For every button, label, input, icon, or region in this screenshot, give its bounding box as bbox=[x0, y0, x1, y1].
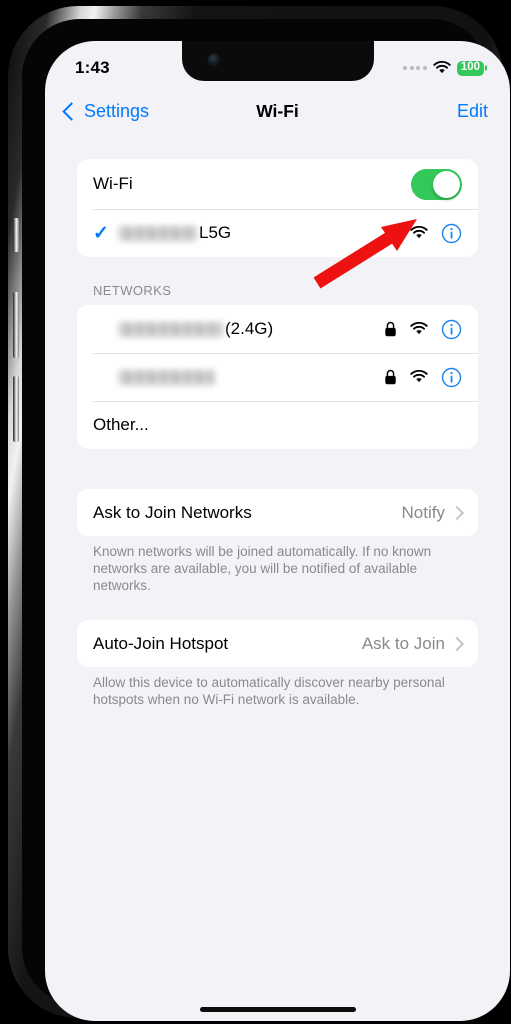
networks-card: (2.4G) Other... bbox=[77, 305, 478, 449]
chevron-right-icon bbox=[449, 505, 465, 520]
battery-indicator: 100 bbox=[456, 60, 484, 76]
cellular-dots-icon bbox=[403, 66, 427, 70]
chevron-left-icon bbox=[62, 101, 81, 121]
phone-frame: 1:43 100 Settings Wi-Fi Edit Wi-Fi ✓ L5G… bbox=[8, 6, 510, 1021]
nav-bar: Settings Wi-Fi Edit bbox=[45, 89, 510, 133]
wifi-icon bbox=[410, 322, 428, 335]
volume-down-button[interactable] bbox=[13, 376, 19, 442]
ask-to-join-value: Notify bbox=[401, 502, 445, 522]
connected-network-icons bbox=[384, 223, 462, 244]
settings-content: Wi-Fi ✓ L5G NETWORKS (2.4G) Other... Ask… bbox=[45, 133, 510, 1021]
front-camera-icon bbox=[207, 54, 220, 66]
notch bbox=[181, 41, 374, 81]
lock-icon bbox=[385, 369, 396, 385]
network-row-icons bbox=[384, 319, 462, 340]
ssid-blur-redaction bbox=[119, 321, 223, 337]
status-time: 1:43 bbox=[75, 58, 110, 77]
volume-up-button[interactable] bbox=[13, 292, 19, 358]
info-circle-icon[interactable] bbox=[441, 223, 462, 244]
wifi-toggle-row[interactable]: Wi-Fi bbox=[77, 159, 478, 209]
wifi-toggle-label: Wi-Fi bbox=[93, 174, 133, 193]
connected-network-row[interactable]: ✓ L5G bbox=[77, 209, 478, 257]
edit-button[interactable]: Edit bbox=[457, 101, 488, 122]
ask-to-join-footnote: Known networks will be joined automatica… bbox=[93, 544, 432, 593]
network-ssid: (2.4G) bbox=[119, 319, 384, 339]
connected-ssid: L5G bbox=[119, 223, 384, 243]
wifi-toggle-card: Wi-Fi ✓ L5G bbox=[77, 159, 478, 257]
home-indicator bbox=[199, 1006, 356, 1012]
lock-icon bbox=[385, 321, 396, 337]
auto-join-hotspot-row[interactable]: Auto-Join Hotspot Ask to Join bbox=[77, 620, 478, 667]
status-indicators: 100 bbox=[403, 60, 484, 76]
back-to-settings-button[interactable]: Settings bbox=[62, 100, 150, 122]
ssid-blur-redaction bbox=[119, 225, 197, 241]
other-network-row[interactable]: Other... bbox=[77, 401, 478, 449]
network-row[interactable]: (2.4G) bbox=[77, 305, 478, 353]
network-ssid bbox=[119, 369, 384, 385]
network-row-icons bbox=[384, 367, 462, 388]
ask-to-join-row[interactable]: Ask to Join Networks Notify bbox=[77, 489, 478, 536]
info-circle-icon[interactable] bbox=[441, 367, 462, 388]
phone-bezel: 1:43 100 Settings Wi-Fi Edit Wi-Fi ✓ L5G… bbox=[22, 19, 510, 1021]
network-row[interactable] bbox=[77, 353, 478, 401]
lock-icon bbox=[385, 225, 396, 241]
auto-join-hotspot-label: Auto-Join Hotspot bbox=[93, 633, 229, 653]
ask-to-join-card: Ask to Join Networks Notify bbox=[77, 489, 478, 536]
info-circle-icon[interactable] bbox=[441, 319, 462, 340]
toggle-knob bbox=[433, 170, 460, 198]
back-button-label: Settings bbox=[84, 100, 150, 121]
checkmark-icon: ✓ bbox=[93, 222, 109, 244]
connected-ssid-text: L5G bbox=[199, 223, 232, 242]
mute-switch-button[interactable] bbox=[13, 218, 19, 252]
wifi-icon bbox=[433, 61, 451, 74]
auto-join-hotspot-card: Auto-Join Hotspot Ask to Join bbox=[77, 620, 478, 667]
chevron-right-icon bbox=[449, 636, 465, 651]
wifi-icon bbox=[410, 370, 428, 383]
auto-join-hotspot-value: Ask to Join bbox=[361, 633, 445, 653]
ssid-blur-redaction bbox=[119, 369, 215, 385]
auto-join-hotspot-footnote: Allow this device to automatically disco… bbox=[93, 675, 445, 707]
ask-to-join-label: Ask to Join Networks bbox=[93, 502, 252, 522]
network-ssid-text: (2.4G) bbox=[225, 319, 274, 338]
phone-screen: 1:43 100 Settings Wi-Fi Edit Wi-Fi ✓ L5G… bbox=[45, 41, 510, 1021]
other-network-label: Other... bbox=[93, 415, 149, 434]
networks-section-header: NETWORKS bbox=[93, 283, 172, 298]
wifi-icon bbox=[410, 226, 428, 239]
wifi-toggle[interactable] bbox=[411, 168, 462, 200]
